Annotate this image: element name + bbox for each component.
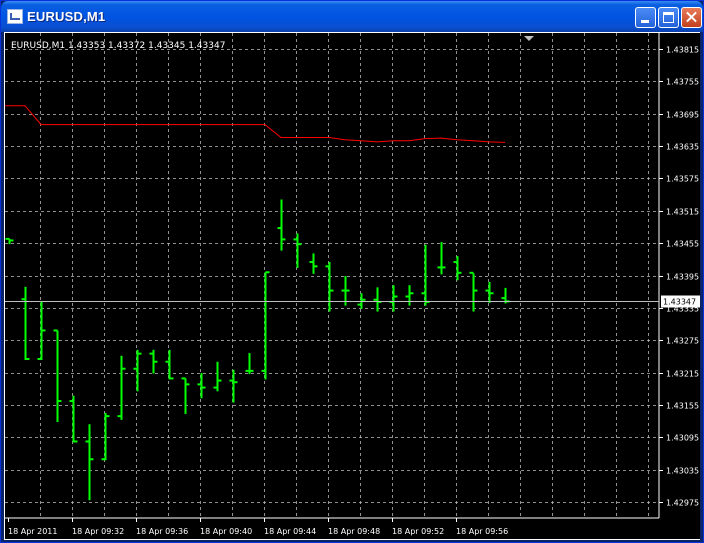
price-chart[interactable]: 1.43815 1.43755 1.43695 1.43635 1.43575 1.435… xyxy=(5,33,700,539)
price-tick-label: 1.43215 xyxy=(666,370,699,379)
price-tick-label: 1.43095 xyxy=(666,434,699,443)
price-tick-label: 1.43515 xyxy=(666,208,699,217)
current-price-label: 1.43347 xyxy=(663,298,696,307)
minimize-button[interactable] xyxy=(635,7,656,28)
close-button[interactable] xyxy=(681,7,702,28)
time-tick-label: 18 Apr 09:40 xyxy=(200,527,252,536)
price-tick-label: 1.43815 xyxy=(666,46,699,55)
price-tick-label: 1.43035 xyxy=(666,467,699,476)
price-tick-label: 1.43635 xyxy=(666,143,699,152)
time-tick-label: 18 Apr 09:32 xyxy=(72,527,124,536)
chart-header: EURUSD,M1 1.43353 1.43372 1.43345 1.4334… xyxy=(11,41,225,51)
price-tick-label: 1.43575 xyxy=(666,175,699,184)
time-tick-label: 18 Apr 09:56 xyxy=(456,527,508,536)
price-tick-label: 1.43395 xyxy=(666,273,699,282)
chart-background xyxy=(5,33,700,539)
price-tick-label: 1.42975 xyxy=(666,499,699,508)
close-icon xyxy=(682,8,701,27)
price-tick-label: 1.43155 xyxy=(666,402,699,411)
time-tick-label: 18 Apr 2011 xyxy=(8,527,57,536)
price-tick-label: 1.43695 xyxy=(666,111,699,120)
time-tick-label: 18 Apr 09:52 xyxy=(392,527,444,536)
minimize-icon xyxy=(641,20,649,23)
chart-window: EURUSD,M1 1.43815 1.43755 1.43695 1.43635 1.… xyxy=(0,0,704,543)
price-tick-label: 1.43755 xyxy=(666,78,699,87)
window-title: EURUSD,M1 xyxy=(27,9,106,24)
price-tick-label: 1.43275 xyxy=(666,337,699,346)
price-tick-label: 1.43455 xyxy=(666,240,699,249)
time-tick-label: 18 Apr 09:36 xyxy=(136,527,188,536)
time-tick-label: 18 Apr 09:48 xyxy=(328,527,380,536)
time-tick-label: 18 Apr 09:44 xyxy=(264,527,316,536)
maximize-icon xyxy=(663,12,674,23)
chart-window-icon[interactable] xyxy=(7,9,23,24)
maximize-button[interactable] xyxy=(658,7,679,28)
title-bar[interactable]: EURUSD,M1 xyxy=(1,1,703,32)
